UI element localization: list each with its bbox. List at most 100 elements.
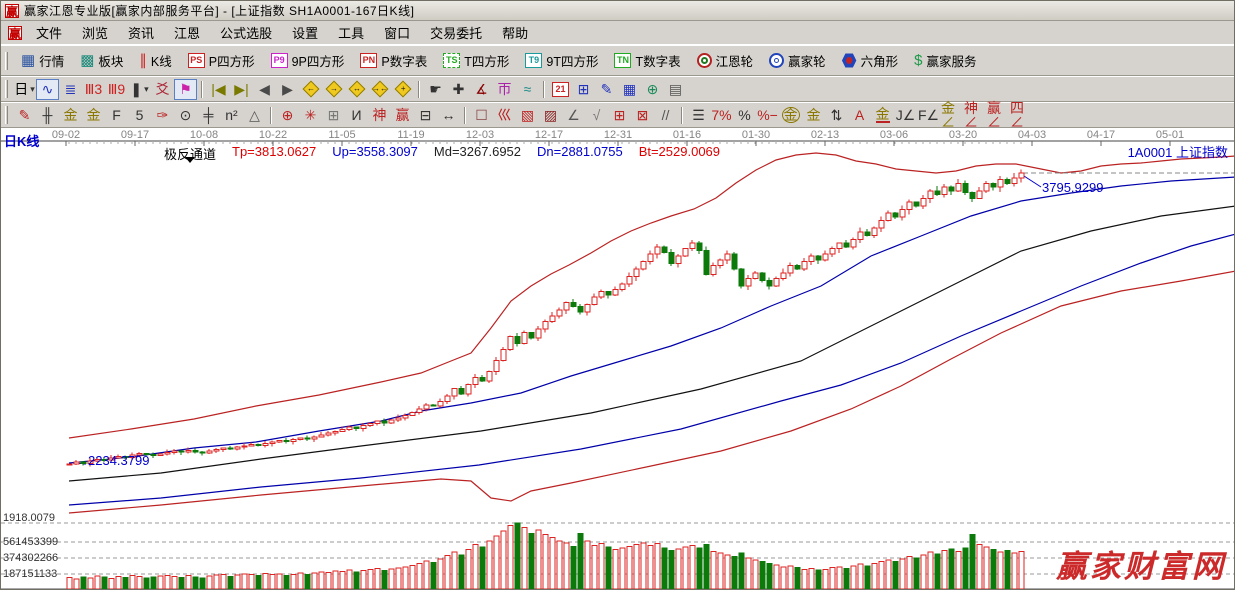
fan-box-dark-button[interactable]: ▨ <box>539 105 562 126</box>
price-box-button[interactable]: ☐ <box>470 105 493 126</box>
gold-under-button[interactable]: 金 <box>871 105 894 126</box>
crosshair-button[interactable]: ✚ <box>447 79 470 100</box>
fan-box-button[interactable]: ▧ <box>516 105 539 126</box>
ying-grid-button[interactable]: 赢 <box>391 105 414 126</box>
shift-right-button[interactable]: → <box>322 79 345 100</box>
9t-square-button[interactable]: T99T四方形 <box>517 48 606 73</box>
chart-svg[interactable] <box>1 128 1234 589</box>
calculator-button[interactable]: ⊞ <box>572 79 595 100</box>
sectors-button[interactable]: ▩板块 <box>72 48 131 73</box>
next-bar-button[interactable]: ▶ <box>276 79 299 100</box>
spider-web-button[interactable]: ✳ <box>299 105 322 126</box>
menu-tools[interactable]: 工具 <box>328 20 374 45</box>
drag-hand-button[interactable]: ☛ <box>424 79 447 100</box>
data-export-button[interactable]: ⊕ <box>641 79 664 100</box>
gold-circle-button[interactable]: 金 <box>779 105 802 126</box>
n-square-button[interactable]: n² <box>220 105 243 126</box>
child-window-icon[interactable]: 赢 <box>8 26 22 40</box>
color-k-button[interactable]: ⚑ <box>174 79 197 100</box>
menu-window[interactable]: 窗口 <box>374 20 420 45</box>
menu-file[interactable]: 文件 <box>26 20 72 45</box>
info-list-button[interactable]: ≣ <box>59 79 82 100</box>
t-square-button[interactable]: TST四方形 <box>435 48 517 73</box>
gold-angle-button[interactable]: 金∠ <box>940 105 963 126</box>
f-angle-button[interactable]: F∠ <box>917 105 940 126</box>
candle-type-dropdown[interactable]: ▾ <box>144 84 149 95</box>
angle-measure-button[interactable]: ∡ <box>470 79 493 100</box>
kline-button[interactable]: ∥K线 <box>131 48 179 73</box>
wave-kn-button[interactable]: И <box>345 105 368 126</box>
winner-service-button[interactable]: $赢家服务 <box>906 48 984 73</box>
toolbar-grip[interactable] <box>5 106 8 124</box>
grid-red-button[interactable]: ⊞ <box>608 105 631 126</box>
quotes-button[interactable]: ▦行情 <box>13 48 72 73</box>
square-web-button[interactable]: ⊞ <box>322 105 345 126</box>
gann-fan-button[interactable]: 巛 <box>493 105 516 126</box>
pct-line-button[interactable]: %− <box>756 105 779 126</box>
red-pen-button[interactable]: ✑ <box>151 105 174 126</box>
save-button[interactable]: ▦ <box>618 79 641 100</box>
ying-angle-button[interactable]: 赢∠ <box>986 105 1009 126</box>
fib-lines-button[interactable]: F <box>105 105 128 126</box>
shift-left-button[interactable]: ← <box>299 79 322 100</box>
updown-flag-button[interactable]: ⇅ <box>825 105 848 126</box>
p-square-button[interactable]: PSP四方形 <box>180 48 263 73</box>
si-angle-button[interactable]: 四∠ <box>1009 105 1032 126</box>
print-button[interactable]: ▤ <box>664 79 687 100</box>
check-wave-button[interactable]: √ <box>585 105 608 126</box>
toolbar-grip[interactable] <box>5 80 8 98</box>
k-pattern-button[interactable]: 爻 <box>151 79 174 100</box>
parallel-lines-button[interactable]: // <box>654 105 677 126</box>
9p-square-button[interactable]: P99P四方形 <box>263 48 353 73</box>
period-day-dropdown[interactable]: ▾ <box>30 84 35 95</box>
ruler-123-button[interactable]: ⊟ <box>414 105 437 126</box>
t-number-table-button[interactable]: TNT数字表 <box>606 48 688 73</box>
j-angle-button[interactable]: J∠ <box>894 105 917 126</box>
menu-help[interactable]: 帮助 <box>492 20 538 45</box>
calendar-button[interactable]: 21 <box>549 79 572 100</box>
title-bar[interactable]: 赢 赢家江恩专业版[赢家内部服务平台] - [上证指数 SH1A0001-167… <box>1 1 1234 21</box>
grid-red-2-button[interactable]: ⊠ <box>631 105 654 126</box>
prev-bar-button[interactable]: ◀ <box>253 79 276 100</box>
toolbar-grip[interactable] <box>5 52 8 70</box>
zoom-out-h-button[interactable]: ↔ <box>345 79 368 100</box>
gann-circle-tool-button[interactable]: ⊙ <box>174 105 197 126</box>
wave-mark-button[interactable]: ≈ <box>516 79 539 100</box>
shen-grid-button[interactable]: 神 <box>368 105 391 126</box>
shen-angle-button[interactable]: 神∠ <box>963 105 986 126</box>
target-cross-button[interactable]: ⊕ <box>276 105 299 126</box>
period-pane-label[interactable]: 日K线 <box>4 131 39 150</box>
notes-button[interactable]: ✎ <box>595 79 618 100</box>
chart-area[interactable]: 日K线 09-0209-1710-0810-2211-0511-1912-031… <box>1 128 1234 589</box>
gold-split-2-button[interactable]: 金 <box>82 105 105 126</box>
pct-button[interactable]: % <box>733 105 756 126</box>
menu-settings[interactable]: 设置 <box>282 20 328 45</box>
menu-news[interactable]: 资讯 <box>118 20 164 45</box>
angle-rays-button[interactable]: ∠ <box>562 105 585 126</box>
a-wave-button[interactable]: A <box>848 105 871 126</box>
gold-split-1-button[interactable]: 金 <box>59 105 82 126</box>
price-scale-button[interactable]: ☰ <box>687 105 710 126</box>
bars-3-button[interactable]: Ⅲ3 <box>82 79 105 100</box>
first-screen-button[interactable]: |◀ <box>207 79 230 100</box>
period-day-button[interactable]: 日▾ <box>13 79 36 100</box>
p-number-table-button[interactable]: PNP数字表 <box>352 48 435 73</box>
hexagon-button[interactable]: 六角形 <box>834 48 907 73</box>
candle-type-button[interactable]: ❚▾ <box>128 79 151 100</box>
eraser-pen-button[interactable]: ✎ <box>13 105 36 126</box>
time-ruler-button[interactable]: ╪ <box>197 105 220 126</box>
mirror-angle-button[interactable]: △ <box>243 105 266 126</box>
gann-wheel-button[interactable]: 江恩轮 <box>689 48 762 73</box>
spiral-lines-button[interactable]: 5 <box>128 105 151 126</box>
fit-all-button[interactable]: + <box>391 79 414 100</box>
winner-wheel-button[interactable]: 赢家轮 <box>761 48 834 73</box>
menu-trade-entrust[interactable]: 交易委托 <box>420 20 492 45</box>
gann-mark-button[interactable]: 帀 <box>493 79 516 100</box>
pct-7-button[interactable]: 7% <box>710 105 733 126</box>
gold-line-button[interactable]: 金 <box>802 105 825 126</box>
vgrid-lines-button[interactable]: ╫ <box>36 105 59 126</box>
h-extent-button[interactable]: ↔ <box>437 105 460 126</box>
last-screen-button[interactable]: ▶| <box>230 79 253 100</box>
bars-9-button[interactable]: Ⅲ9 <box>105 79 128 100</box>
overlay-curve-button[interactable]: ∿ <box>36 79 59 100</box>
